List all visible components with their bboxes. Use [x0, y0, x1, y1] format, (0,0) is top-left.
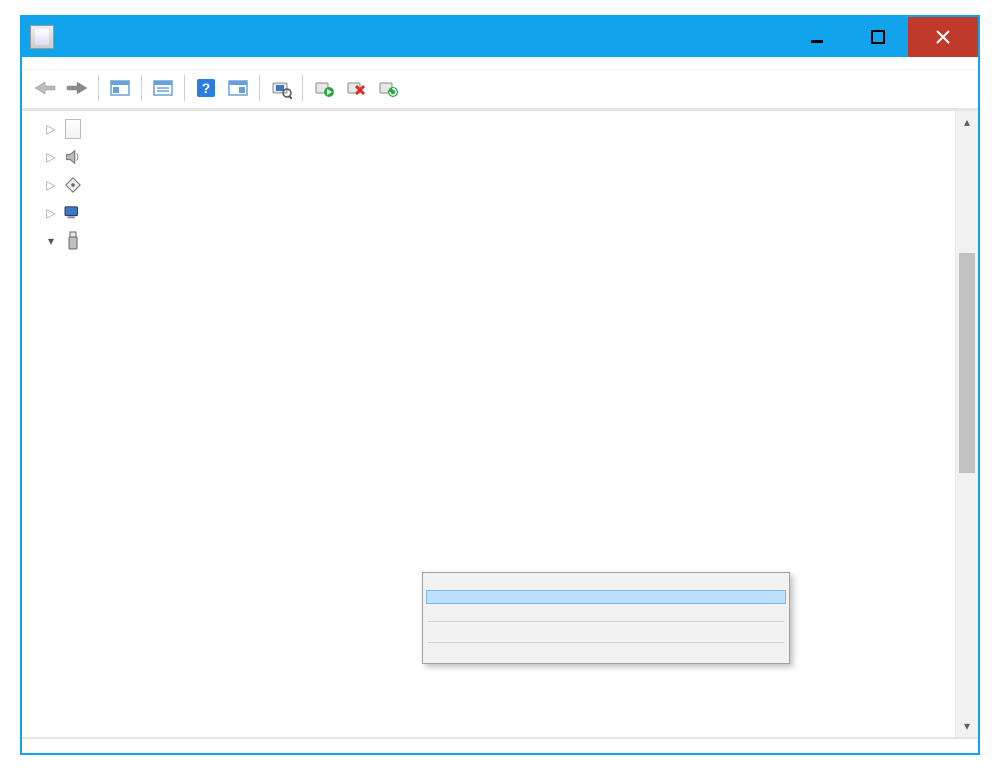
back-arrow-icon: [33, 78, 57, 98]
tree-node-sound[interactable]: [42, 143, 955, 171]
toolbar-separator: [259, 75, 260, 101]
maximize-icon: [870, 29, 886, 45]
scroll-down-button[interactable]: ▾: [956, 715, 978, 737]
back-button[interactable]: [30, 74, 60, 102]
close-button[interactable]: [908, 17, 978, 57]
toolbar: ?: [22, 70, 978, 110]
maximize-button[interactable]: [848, 17, 908, 57]
software-device-icon: [62, 118, 84, 140]
enable-device-icon: [313, 77, 335, 99]
scroll-thumb[interactable]: [959, 253, 975, 473]
tree-label: [90, 183, 98, 187]
properties-panel-icon: [152, 78, 174, 98]
titlebar: [22, 17, 978, 57]
scroll-up-button[interactable]: ▴: [956, 111, 978, 133]
context-properties[interactable]: [426, 646, 786, 660]
expand-toggle[interactable]: [42, 151, 60, 163]
close-icon: [934, 28, 952, 46]
help-icon: ?: [195, 77, 217, 99]
expand-toggle[interactable]: [42, 235, 60, 247]
tree-label: [90, 155, 98, 159]
scan-hardware-icon: [270, 77, 292, 99]
tree-node-usb-controllers[interactable]: [42, 227, 955, 255]
tree-label: [90, 211, 98, 215]
toolbar-separator: [184, 75, 185, 101]
device-tree[interactable]: [22, 111, 955, 259]
storage-controller-icon: [62, 174, 84, 196]
menu-file[interactable]: [32, 61, 48, 65]
panel-icon: [109, 78, 131, 98]
uninstall-device-button[interactable]: [341, 74, 371, 102]
properties-button[interactable]: [148, 74, 178, 102]
speaker-icon: [62, 146, 84, 168]
forward-button[interactable]: [62, 74, 92, 102]
toolbar-separator: [302, 75, 303, 101]
action-panel-button[interactable]: [223, 74, 253, 102]
menu-view[interactable]: [68, 61, 84, 65]
update-driver-icon: [377, 77, 399, 99]
toolbar-separator: [141, 75, 142, 101]
expand-toggle[interactable]: [42, 207, 60, 219]
tree-node-software-devices[interactable]: [42, 115, 955, 143]
expand-toggle[interactable]: [42, 123, 60, 135]
context-enable[interactable]: [426, 590, 786, 604]
context-separator: [428, 642, 784, 643]
menu-action[interactable]: [50, 61, 66, 65]
window-buttons: [788, 17, 978, 57]
toolbar-separator: [98, 75, 99, 101]
context-update-driver[interactable]: [426, 576, 786, 590]
tree-label: [90, 127, 98, 131]
minimize-button[interactable]: [788, 17, 848, 57]
svg-text:?: ?: [202, 80, 211, 96]
system-device-icon: [62, 202, 84, 224]
device-manager-window: ?: [20, 15, 980, 755]
update-driver-button[interactable]: [373, 74, 403, 102]
app-icon: [30, 25, 54, 49]
context-menu: [422, 572, 790, 664]
enable-device-button[interactable]: [309, 74, 339, 102]
help-button[interactable]: ?: [191, 74, 221, 102]
scroll-track[interactable]: [956, 133, 978, 715]
menu-help[interactable]: [86, 61, 102, 65]
menubar: [22, 57, 978, 70]
expand-toggle[interactable]: [42, 179, 60, 191]
scan-hardware-button[interactable]: [266, 74, 296, 102]
panel2-icon: [227, 78, 249, 98]
context-uninstall[interactable]: [426, 604, 786, 618]
context-separator: [428, 621, 784, 622]
context-scan-hardware[interactable]: [426, 625, 786, 639]
uninstall-device-icon: [345, 77, 367, 99]
usb-icon: [62, 230, 84, 252]
tree-node-storage[interactable]: [42, 171, 955, 199]
show-hide-tree-button[interactable]: [105, 74, 135, 102]
minimize-icon: [810, 29, 826, 45]
forward-arrow-icon: [65, 78, 89, 98]
statusbar: [22, 737, 978, 753]
tree-label: [90, 239, 98, 243]
tree-node-system[interactable]: [42, 199, 955, 227]
vertical-scrollbar[interactable]: ▴ ▾: [956, 111, 978, 737]
